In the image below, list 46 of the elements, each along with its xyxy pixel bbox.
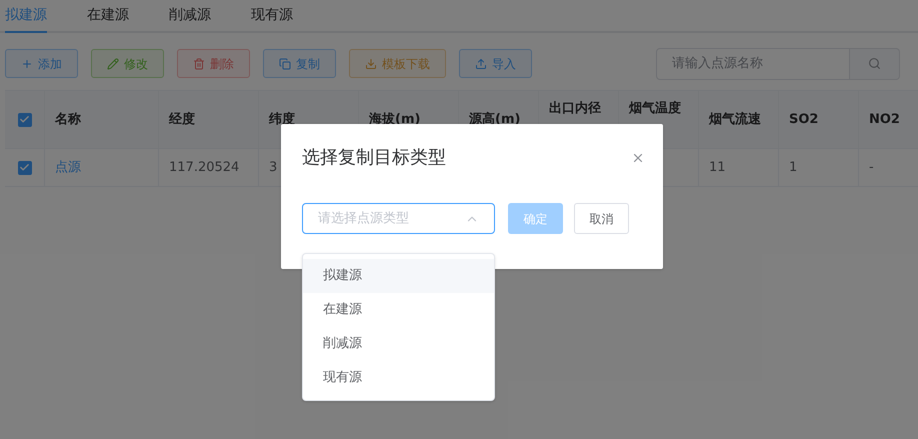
checkbox[interactable] <box>18 160 32 174</box>
column-header: SO2 <box>789 110 818 129</box>
toolbar-button[interactable]: 添加 <box>5 49 78 78</box>
dialog-title: 选择复制目标类型 <box>302 146 446 170</box>
table-cell-text: 3 <box>269 158 278 177</box>
search-icon <box>868 57 881 70</box>
column-header: 纬度 <box>269 110 295 129</box>
dropdown-option[interactable]: 拟建源 <box>303 259 494 293</box>
tab[interactable]: 拟建源 <box>5 0 47 33</box>
search-field[interactable]: 请输入点源名称 <box>656 48 850 80</box>
copy-icon <box>279 58 291 70</box>
table-cell-text: - <box>869 158 874 177</box>
toolbar-button[interactable]: 模板下载 <box>349 49 446 78</box>
select-field[interactable]: 请选择点源类型 <box>302 203 495 234</box>
dropdown-option[interactable]: 削减源 <box>303 327 494 361</box>
column-header: 经度 <box>169 110 195 129</box>
plus-icon <box>21 58 33 70</box>
toolbar-button[interactable]: 复制 <box>263 49 336 78</box>
tab[interactable]: 削减源 <box>169 0 211 33</box>
toolbar-button[interactable]: 导入 <box>459 49 532 78</box>
toolbar-button[interactable]: 删除 <box>177 49 250 78</box>
column-header: 烟气温度 <box>629 100 681 118</box>
dropdown-option[interactable]: 在建源 <box>303 293 494 327</box>
trash-icon <box>193 58 205 70</box>
column-header: 海拔(m) <box>369 110 420 129</box>
column-header: 出口内径 <box>549 100 601 118</box>
cancel-button[interactable]: 取消 <box>574 203 629 234</box>
column-header: NO2 <box>869 110 900 129</box>
download-icon <box>365 58 377 70</box>
check-icon <box>19 162 30 173</box>
pencil-icon <box>107 58 119 70</box>
tab[interactable]: 现有源 <box>251 0 293 33</box>
column-header: 源高(m) <box>469 110 520 129</box>
table-cell-text: 117.20524 <box>169 158 240 177</box>
tab[interactable]: 在建源 <box>87 0 129 33</box>
name-link[interactable]: 点源 <box>55 158 81 178</box>
column-header: 烟气流速 <box>709 110 761 129</box>
dropdown-option[interactable]: 现有源 <box>303 361 494 395</box>
search-button[interactable] <box>850 48 900 80</box>
table-cell-text: 1 <box>789 158 798 177</box>
toolbar-button[interactable]: 修改 <box>91 49 164 78</box>
upload-icon <box>475 58 487 70</box>
check-icon <box>19 114 30 125</box>
table-cell-text: 11 <box>709 158 726 177</box>
column-header: 名称 <box>55 110 81 129</box>
checkbox[interactable] <box>18 112 32 126</box>
